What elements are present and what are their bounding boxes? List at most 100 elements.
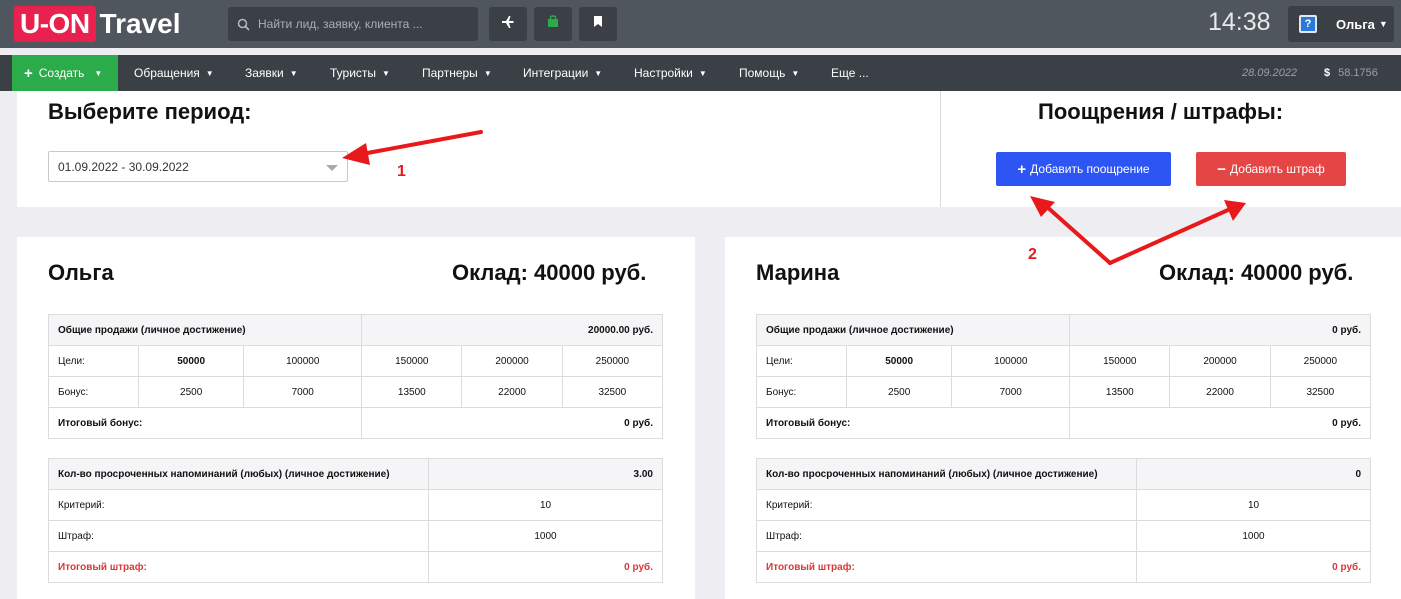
employee-name: Ольга xyxy=(48,260,114,285)
logo[interactable]: U-ON Travel xyxy=(14,6,181,42)
table-row: Критерий: 10 xyxy=(48,489,663,521)
divider xyxy=(940,91,941,207)
goal-cell: 250000 xyxy=(561,345,664,377)
goal-cell: 100000 xyxy=(243,345,363,377)
nav-item-settings[interactable]: Настройки ▼ xyxy=(634,55,707,91)
period-value: 01.09.2022 - 30.09.2022 xyxy=(58,160,189,174)
bag-button[interactable] xyxy=(534,7,572,41)
chevron-down-icon: ▼ xyxy=(382,69,390,78)
bonus-label: Бонус: xyxy=(756,376,847,408)
goal-cell: 50000 xyxy=(137,345,245,377)
table-row: Общие продажи (личное достижение) 20000.… xyxy=(47,314,663,346)
period-title: Выберите период: xyxy=(48,99,252,124)
total-bonus-label: Итоговый бонус: xyxy=(47,407,363,439)
sales-value: 0 руб. xyxy=(1069,314,1371,346)
minus-icon: − xyxy=(1217,160,1227,178)
nav-label: Еще ... xyxy=(831,66,869,80)
plus-icon: + xyxy=(1017,160,1027,178)
overdue-table: Кол-во просроченных напоминаний (любых) … xyxy=(48,458,663,583)
chevron-down-icon: ▼ xyxy=(289,69,298,78)
nav-item-partners[interactable]: Партнеры ▼ xyxy=(422,55,492,91)
search-box[interactable] xyxy=(228,7,478,41)
plus-icon: + xyxy=(24,64,33,82)
nav-label: Обращения xyxy=(134,66,200,80)
table-row: Кол-во просроченных напоминаний (любых) … xyxy=(756,458,1371,490)
table-row: Кол-во просроченных напоминаний (любых) … xyxy=(48,458,663,490)
current-date: 28.09.2022 xyxy=(1242,67,1298,79)
criterion-value: 10 xyxy=(428,489,663,521)
chevron-down-icon: ▼ xyxy=(698,69,707,78)
search-input[interactable] xyxy=(258,17,468,31)
main-nav: + Создать ▼ Обращения ▼ Заявки ▼ Туристы ▼ … xyxy=(0,55,1401,91)
currency-rate: $58.1756 xyxy=(1324,55,1378,91)
bonus-cell: 32500 xyxy=(1269,376,1372,408)
bookmark-button[interactable] xyxy=(579,7,617,41)
add-penalty-button[interactable]: − Добавить штраф xyxy=(1196,152,1346,186)
search-icon xyxy=(228,18,258,31)
table-row: Бонус: 2500 7000 13500 22000 32500 xyxy=(48,376,664,408)
nav-item-help[interactable]: Помощь ▼ xyxy=(739,55,799,91)
bonus-cell: 32500 xyxy=(561,376,664,408)
annotation-label: 2 xyxy=(1028,246,1037,263)
penalty-value: 1000 xyxy=(428,520,663,552)
bonus-cell: 7000 xyxy=(243,376,363,408)
total-bonus-value: 0 руб. xyxy=(361,407,663,439)
nav-item-tourists[interactable]: Туристы ▼ xyxy=(330,55,390,91)
nav-label: Интеграции xyxy=(523,66,589,80)
period-select[interactable]: 01.09.2022 - 30.09.2022 xyxy=(48,151,348,182)
logo-text: Travel xyxy=(99,8,181,39)
nav-item-integrations[interactable]: Интеграции ▼ xyxy=(523,55,602,91)
employee-name: Марина xyxy=(756,260,840,285)
employee-card: Марина Оклад: 40000 руб. Общие продажи (… xyxy=(725,237,1401,599)
total-bonus-value: 0 руб. xyxy=(1069,407,1371,439)
bonus-cell: 2500 xyxy=(845,376,953,408)
employee-card: Ольга Оклад: 40000 руб. Общие продажи (л… xyxy=(17,237,695,599)
nav-item-orders[interactable]: Заявки ▼ xyxy=(245,55,298,91)
plane-icon xyxy=(501,15,515,34)
chevron-down-icon: ▼ xyxy=(594,69,603,78)
logo-mark: U-ON xyxy=(14,6,96,42)
top-header: U-ON Travel 14:38 ? Ольга ▼ xyxy=(0,0,1401,48)
bonus-label: Бонус: xyxy=(48,376,139,408)
overdue-title: Кол-во просроченных напоминаний (любых) … xyxy=(756,458,1137,490)
nav-label: Помощь xyxy=(739,66,786,80)
goal-cell: 150000 xyxy=(1069,345,1171,377)
create-button[interactable]: + Создать ▼ xyxy=(12,55,118,91)
table-row: Итоговый бонус: 0 руб. xyxy=(755,407,1371,439)
penalty-label: Штраф: xyxy=(48,520,429,552)
nav-item-more[interactable]: Еще ... xyxy=(831,55,869,91)
total-penalty-label: Итоговый штраф: xyxy=(48,551,429,583)
sales-table: Общие продажи (личное достижение) 20000.… xyxy=(47,314,664,439)
penalty-value: 1000 xyxy=(1136,520,1371,552)
add-reward-button[interactable]: + Добавить поощрение xyxy=(996,152,1171,186)
dollar-icon: $ xyxy=(1324,67,1331,79)
bonus-cell: 7000 xyxy=(951,376,1071,408)
overdue-value: 3.00 xyxy=(428,458,663,490)
table-row: Итоговый штраф: 0 руб. xyxy=(48,551,663,583)
table-row: Общие продажи (личное достижение) 0 руб. xyxy=(755,314,1371,346)
table-row: Цели: 50000 100000 150000 200000 250000 xyxy=(48,345,664,377)
period-panel: Выберите период: 01.09.2022 - 30.09.2022… xyxy=(17,91,1401,207)
add-penalty-label: Добавить штраф xyxy=(1230,162,1325,176)
nav-label: Туристы xyxy=(330,66,377,80)
bonus-cell: 22000 xyxy=(1169,376,1271,408)
annotation-label: 1 xyxy=(397,163,406,180)
sales-table: Общие продажи (личное достижение) 0 руб.… xyxy=(755,314,1372,439)
penalty-label: Штраф: xyxy=(756,520,1137,552)
help-icon[interactable]: ? xyxy=(1299,15,1317,33)
total-penalty-value: 0 руб. xyxy=(1136,551,1371,583)
total-penalty-value: 0 руб. xyxy=(428,551,663,583)
nav-item-requests[interactable]: Обращения ▼ xyxy=(134,55,214,91)
table-row: Итоговый бонус: 0 руб. xyxy=(47,407,663,439)
chevron-down-icon: ▼ xyxy=(205,69,214,78)
criterion-label: Критерий: xyxy=(48,489,429,521)
overdue-value: 0 xyxy=(1136,458,1371,490)
nav-label: Заявки xyxy=(245,66,284,80)
total-penalty-label: Итоговый штраф: xyxy=(756,551,1137,583)
chevron-down-icon: ▼ xyxy=(483,69,492,78)
goal-cell: 150000 xyxy=(361,345,463,377)
chevron-down-icon: ▼ xyxy=(94,68,103,78)
overdue-table: Кол-во просроченных напоминаний (любых) … xyxy=(756,458,1371,583)
tours-button[interactable] xyxy=(489,7,527,41)
user-menu[interactable]: ? Ольга ▼ xyxy=(1288,6,1394,42)
